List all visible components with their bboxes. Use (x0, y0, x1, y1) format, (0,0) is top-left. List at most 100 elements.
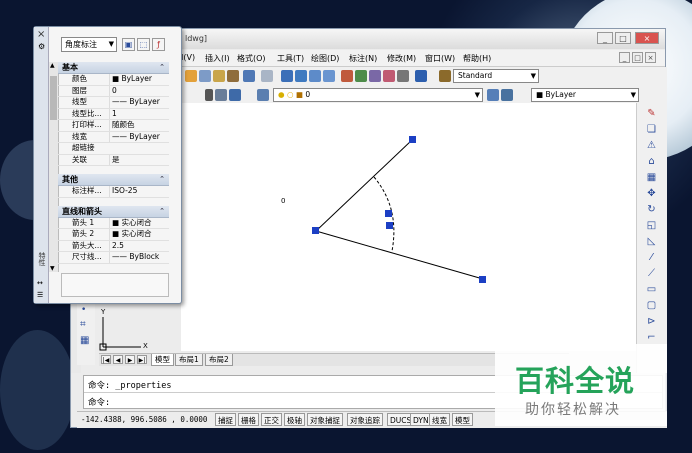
design-center-icon[interactable] (355, 70, 367, 82)
property-value[interactable]: 1 (109, 108, 174, 119)
property-row[interactable]: 箭头 2 ■ 实心闭合 (58, 229, 169, 241)
last-tab-button[interactable]: ▶| (137, 355, 147, 364)
close-window-button[interactable]: × (635, 32, 659, 44)
menu-modify[interactable]: 修改(M) (387, 53, 416, 64)
grip-vertex[interactable] (312, 227, 319, 234)
model-space-toggle[interactable]: 模型 (452, 413, 473, 426)
command-prompt[interactable]: 命令: (88, 396, 110, 408)
menu-window[interactable]: 窗口(W) (425, 53, 455, 64)
close-icon[interactable]: × (37, 29, 45, 40)
offset-icon[interactable]: ⌂ (645, 155, 658, 168)
property-row[interactable]: 关联是 (58, 154, 169, 166)
scroll-up-icon[interactable]: ▲ (50, 62, 55, 69)
undo-icon[interactable] (243, 70, 255, 82)
layer-dropdown[interactable]: ● ○ ■ 0 ▼ (273, 88, 483, 102)
array-icon[interactable]: ▦ (645, 171, 658, 184)
grid-toggle[interactable]: 栅格 (238, 413, 259, 426)
property-row[interactable]: 线型 —— ByLayer (58, 97, 169, 109)
table-icon[interactable]: ▦ (80, 335, 89, 346)
copy-object-icon[interactable]: ❏ (645, 123, 658, 136)
tool-palettes-icon[interactable] (369, 70, 381, 82)
make-current-icon[interactable] (487, 89, 499, 101)
paste-icon[interactable] (213, 70, 225, 82)
grip-dimension-text[interactable] (386, 222, 393, 229)
tab-model[interactable]: 模型 (151, 354, 174, 366)
properties-icon[interactable] (341, 70, 353, 82)
property-row[interactable]: 箭头大... 2.5 (58, 240, 169, 252)
property-row[interactable]: 线宽 —— ByLayer (58, 131, 169, 143)
calculator-icon[interactable] (397, 70, 409, 82)
collapse-icon[interactable]: ⌃ (159, 174, 165, 185)
match-properties-icon[interactable] (227, 70, 239, 82)
property-value[interactable]: ■ ByLayer (109, 74, 174, 85)
menu-insert[interactable]: 插入(I) (205, 53, 230, 64)
extend-icon[interactable]: ⟋ (645, 267, 658, 280)
drawing-canvas[interactable]: 0 (181, 103, 636, 351)
property-value[interactable]: —— ByBlock (109, 252, 174, 263)
text-style-icon[interactable] (439, 70, 451, 82)
scroll-down-icon[interactable]: ▼ (50, 265, 55, 272)
grip-arc-location[interactable] (385, 210, 392, 217)
sheet-set-icon[interactable] (383, 70, 395, 82)
text-style-dropdown[interactable]: Standard ▼ (453, 69, 539, 83)
section-general[interactable]: 基本 ⌃ (58, 62, 169, 74)
menu-draw[interactable]: 绘图(D) (311, 53, 339, 64)
property-value[interactable]: 0 (109, 85, 174, 96)
redo-icon[interactable] (261, 70, 273, 82)
mirror-icon[interactable]: ⚠ (645, 139, 658, 152)
chamfer-icon[interactable]: ⊳ (645, 315, 658, 328)
toggle-pickadd-icon[interactable]: ▣ (122, 38, 135, 51)
snap-toggle[interactable]: 捕捉 (215, 413, 236, 426)
zoom-realtime-icon[interactable] (295, 70, 307, 82)
hatch-icon[interactable]: ⌗ (80, 319, 86, 330)
collapse-icon[interactable]: ⌃ (159, 62, 165, 73)
tab-layout1[interactable]: 布局1 (175, 354, 203, 366)
menu-view[interactable]: I(V) (181, 53, 195, 62)
doc-restore-button[interactable]: □ (632, 52, 643, 63)
object-type-dropdown[interactable]: 角度标注 ▼ (61, 37, 117, 52)
zoom-window-icon[interactable] (309, 70, 321, 82)
layer-previous-icon[interactable] (229, 89, 241, 101)
next-tab-button[interactable]: ▶ (125, 355, 135, 364)
move-icon[interactable]: ✥ (645, 187, 658, 200)
join-icon[interactable]: ▢ (645, 299, 658, 312)
point-icon[interactable]: • (81, 305, 86, 315)
rotate-icon[interactable]: ↻ (645, 203, 658, 216)
grip-endpoint-2[interactable] (479, 276, 486, 283)
property-value[interactable]: 2.5 (109, 240, 174, 251)
first-tab-button[interactable]: |◀ (101, 355, 111, 364)
polar-toggle[interactable]: 极轴 (284, 413, 305, 426)
color-control-dropdown[interactable]: ■ ByLayer ▼ (531, 88, 639, 102)
minimize-button[interactable]: _ (597, 32, 613, 44)
grip-endpoint-1[interactable] (409, 136, 416, 143)
menu-tools[interactable]: 工具(T) (277, 53, 304, 64)
chevron-down-icon[interactable] (205, 89, 213, 101)
section-misc[interactable]: 其他 ⌃ (58, 174, 169, 186)
section-lines-arrows[interactable]: 直线和箭头 ⌃ (58, 205, 169, 218)
menu-format[interactable]: 格式(O) (237, 53, 266, 64)
lineweight-toggle[interactable]: 线宽 (429, 413, 450, 426)
property-row[interactable]: 线型比... 1 (58, 108, 169, 120)
property-value[interactable]: ■ 实心闭合 (109, 229, 174, 240)
help-icon[interactable] (415, 70, 427, 82)
property-value[interactable]: ■ 实心闭合 (109, 217, 174, 228)
property-value[interactable]: —— ByLayer (109, 97, 174, 108)
property-row[interactable]: 图层 0 (58, 85, 169, 97)
doc-close-button[interactable]: × (645, 52, 656, 63)
break-icon[interactable]: ▭ (645, 283, 658, 296)
layer-previous-icon[interactable] (501, 89, 513, 101)
erase-icon[interactable]: ✎ (645, 107, 658, 120)
property-row[interactable]: 颜色 ■ ByLayer (58, 74, 169, 86)
maximize-button[interactable]: □ (615, 32, 631, 44)
menu-dimension[interactable]: 标注(N) (349, 53, 377, 64)
property-value[interactable]: 随颜色 (109, 120, 174, 131)
property-row[interactable]: 箭头 1 ■ 实心闭合 (58, 217, 169, 229)
tab-layout2[interactable]: 布局2 (205, 354, 233, 366)
property-value[interactable]: ISO-25 (109, 186, 174, 197)
zoom-previous-icon[interactable] (323, 70, 335, 82)
scroll-thumb[interactable] (50, 76, 57, 120)
ortho-toggle[interactable]: 正交 (261, 413, 282, 426)
palette-title-strip[interactable]: × ⚙ 特性 ↔ ☰ (34, 27, 49, 303)
previous-tab-button[interactable]: ◀ (113, 355, 123, 364)
menu-help[interactable]: 帮助(H) (463, 53, 491, 64)
